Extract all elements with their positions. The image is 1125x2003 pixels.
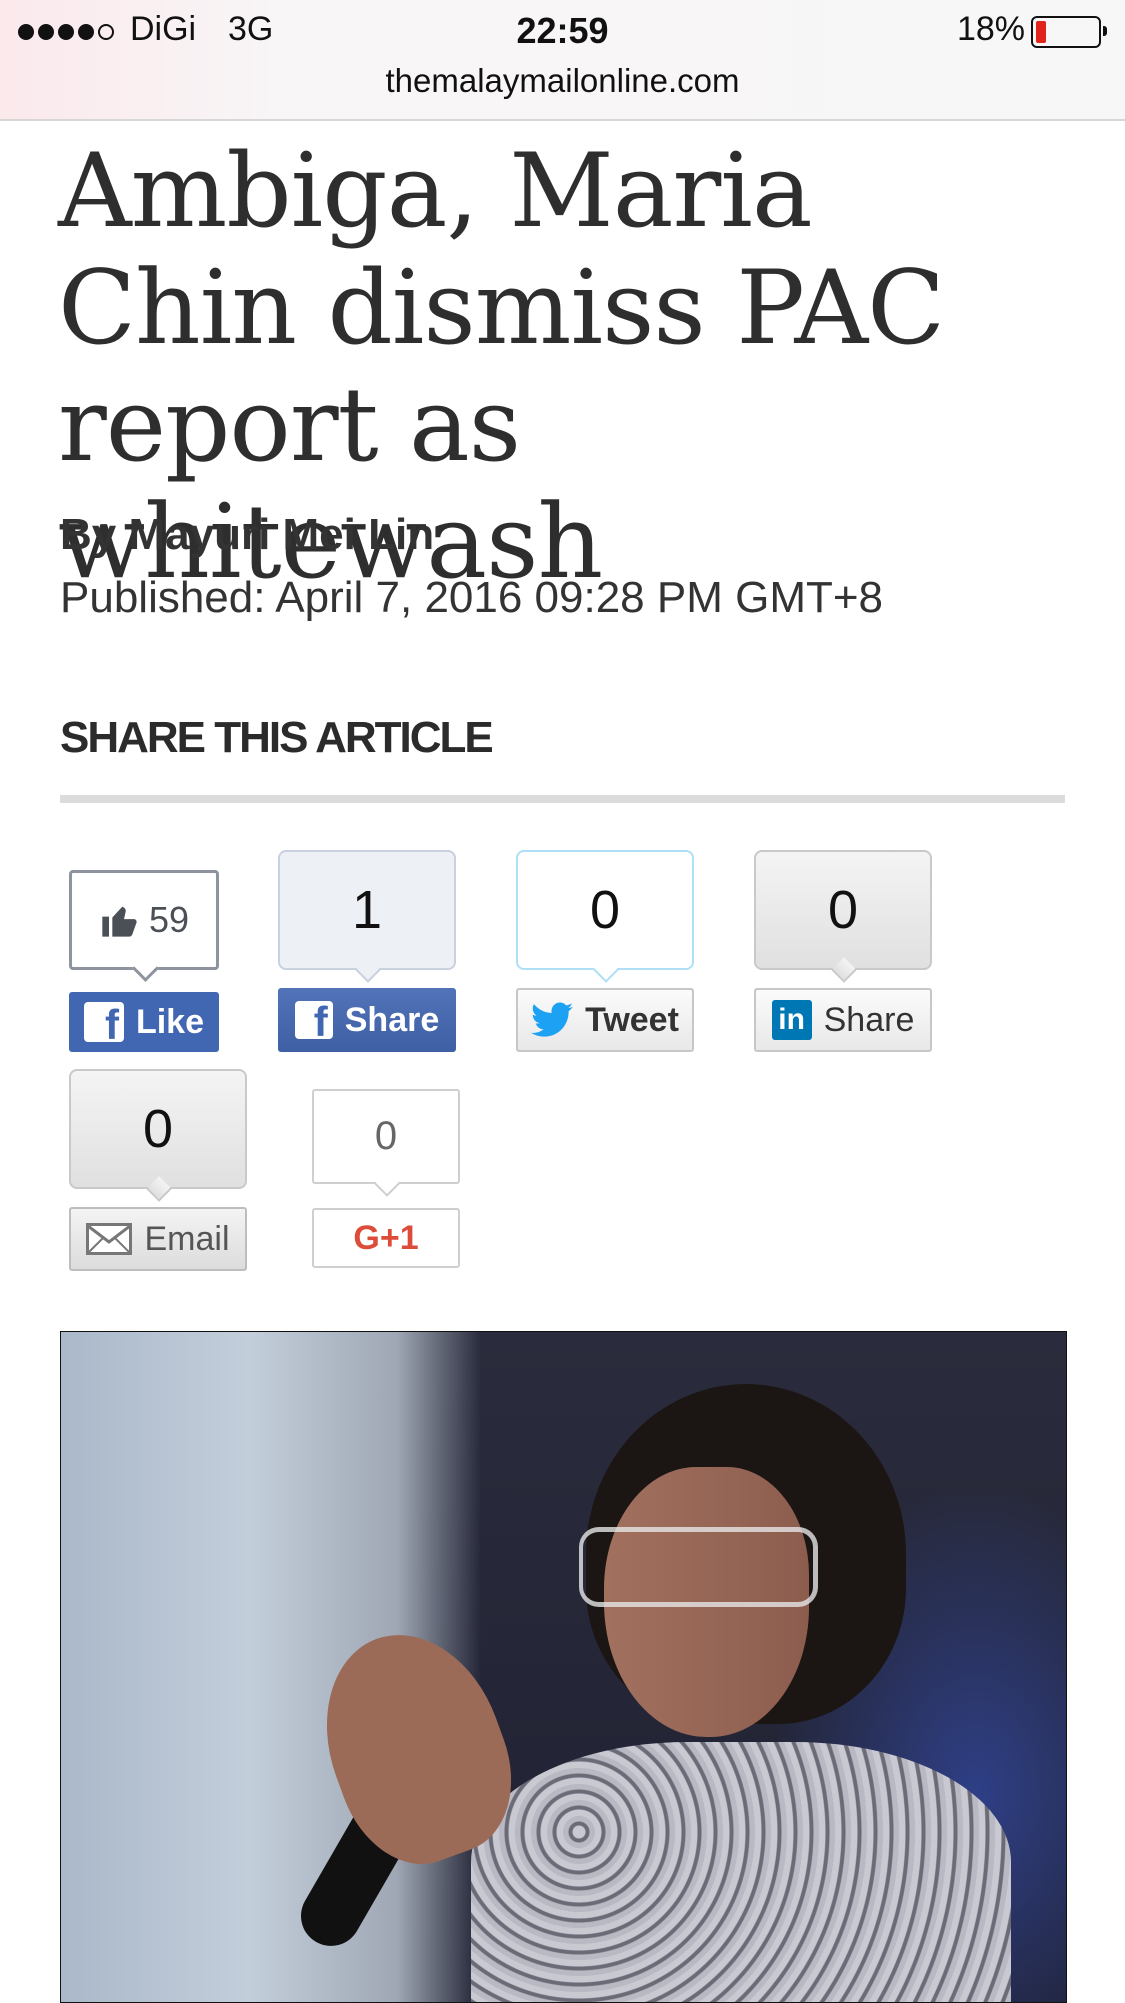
facebook-like-label: Like	[135, 1002, 205, 1041]
email-share-label: Email	[144, 1219, 230, 1258]
article-byline: By Mayuri Mei Lin	[60, 510, 435, 559]
facebook-share-button[interactable]: f Share	[278, 988, 456, 1052]
divider	[60, 795, 1065, 803]
thumbs-up-icon	[102, 906, 137, 937]
facebook-icon: f	[83, 1002, 124, 1046]
linkedin-share-count: 0	[754, 850, 932, 970]
email-share-button[interactable]: Email	[69, 1207, 247, 1271]
facebook-share-label: Share	[344, 1000, 440, 1039]
linkedin-icon: in	[771, 1000, 812, 1040]
share-section-title: SHARE THIS ARTICLE	[60, 713, 494, 762]
envelope-icon	[86, 1223, 133, 1255]
facebook-icon: f	[294, 1001, 333, 1043]
facebook-like-count-value: 59	[148, 899, 190, 940]
twitter-bird-icon	[531, 1002, 574, 1037]
article-published-date: Published: April 7, 2016 09:28 PM GMT+8	[60, 573, 884, 622]
status-bar: DiGi 3G 22:59 18% themalaymailonline.com	[0, 0, 1125, 121]
linkedin-share-button[interactable]: in Share	[754, 988, 932, 1052]
tweet-label: Tweet	[585, 1000, 679, 1039]
tweet-button[interactable]: Tweet	[516, 988, 694, 1052]
facebook-share-count: 1	[278, 850, 456, 970]
google-plus-count: 0	[312, 1089, 460, 1184]
address-bar[interactable]: themalaymailonline.com	[0, 62, 1125, 100]
google-plus-one-button[interactable]: G+1	[312, 1208, 460, 1268]
email-share-count: 0	[69, 1069, 247, 1189]
battery-percent: 18%	[956, 10, 1025, 48]
battery-icon	[1031, 16, 1107, 48]
article-photo	[60, 1331, 1067, 2003]
tweet-count: 0	[516, 850, 694, 970]
facebook-like-button[interactable]: f Like	[69, 992, 219, 1052]
linkedin-share-label: Share	[823, 1000, 915, 1039]
facebook-like-count: 59	[69, 870, 219, 970]
